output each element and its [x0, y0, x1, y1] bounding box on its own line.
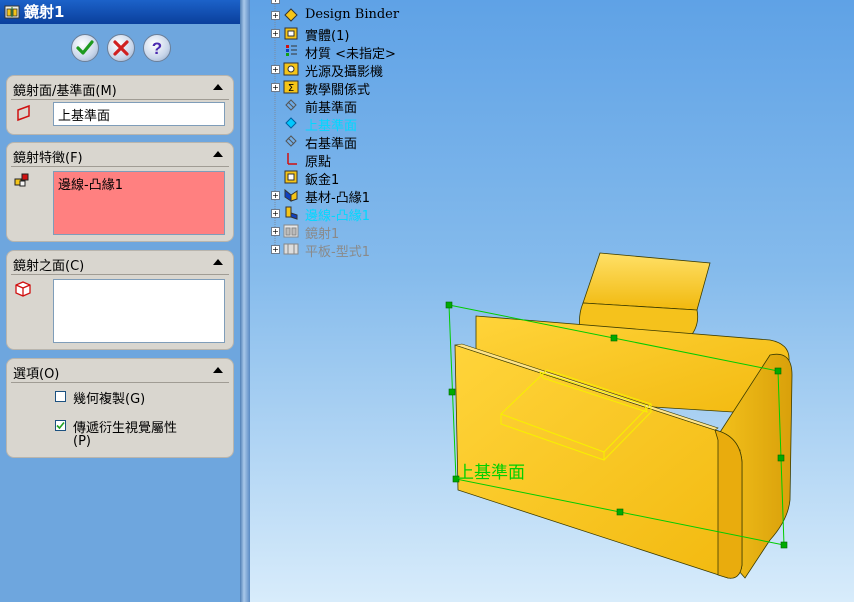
geometry-pattern-checkbox[interactable] — [55, 391, 66, 402]
x-icon — [113, 40, 129, 56]
collapse-caret-icon[interactable] — [213, 151, 223, 157]
mirror-face-header: 鏡射面/基準面(M) — [13, 84, 117, 99]
property-manager: 鏡射1 ? 鏡射面/基準面(M) 上基準面 鏡射特徵(F) 邊線-凸緣1 鏡射之… — [0, 0, 240, 602]
propagate-visual-label-hotkey[interactable]: (P) — [73, 434, 91, 449]
property-manager-title: 鏡射1 — [24, 3, 65, 21]
graphics-area[interactable]: + +Design Binder+實體(1)材質 <未指定>+光源及攝影機+Σ數… — [250, 0, 854, 602]
features-icon — [14, 173, 29, 187]
collapse-caret-icon[interactable] — [213, 84, 223, 90]
collapse-caret-icon[interactable] — [213, 367, 223, 373]
divider — [11, 274, 229, 275]
collapse-caret-icon[interactable] — [213, 259, 223, 265]
mirror-face-group: 鏡射面/基準面(M) 上基準面 — [6, 75, 234, 135]
propagate-visual-checkbox[interactable] — [55, 420, 66, 431]
part-model[interactable] — [250, 0, 854, 602]
check-icon — [76, 40, 94, 55]
mirror-feature-icon — [4, 5, 20, 19]
options-group: 選項(O) 幾何複製(G) 傳遞衍生視覺屬性 (P) — [6, 358, 234, 458]
face-cube-icon — [15, 281, 31, 297]
property-manager-title-bar: 鏡射1 — [0, 0, 240, 24]
faces-to-mirror-group: 鏡射之面(C) — [6, 250, 234, 350]
help-button[interactable]: ? — [143, 34, 171, 62]
cancel-button[interactable] — [107, 34, 135, 62]
divider — [11, 382, 229, 383]
features-to-mirror-item[interactable]: 邊線-凸緣1 — [58, 178, 123, 193]
faces-to-mirror-header: 鏡射之面(C) — [13, 259, 85, 274]
plane-label[interactable]: 上基準面 — [457, 458, 525, 483]
ok-button[interactable] — [71, 34, 99, 62]
divider — [11, 99, 229, 100]
mirror-face-field[interactable]: 上基準面 — [53, 102, 225, 126]
features-to-mirror-header: 鏡射特徵(F) — [13, 151, 83, 166]
question-icon: ? — [152, 39, 162, 58]
panel-splitter[interactable] — [240, 0, 250, 602]
divider — [11, 166, 229, 167]
features-to-mirror-list[interactable]: 邊線-凸緣1 — [53, 171, 225, 235]
options-header: 選項(O) — [13, 367, 60, 382]
features-to-mirror-group: 鏡射特徵(F) 邊線-凸緣1 — [6, 142, 234, 242]
svg-text:?: ? — [152, 39, 162, 58]
geometry-pattern-label[interactable]: 幾何複製(G) — [73, 388, 145, 407]
checkmark-icon — [56, 421, 65, 430]
faces-to-mirror-list[interactable] — [53, 279, 225, 343]
plane-select-icon — [17, 104, 30, 122]
